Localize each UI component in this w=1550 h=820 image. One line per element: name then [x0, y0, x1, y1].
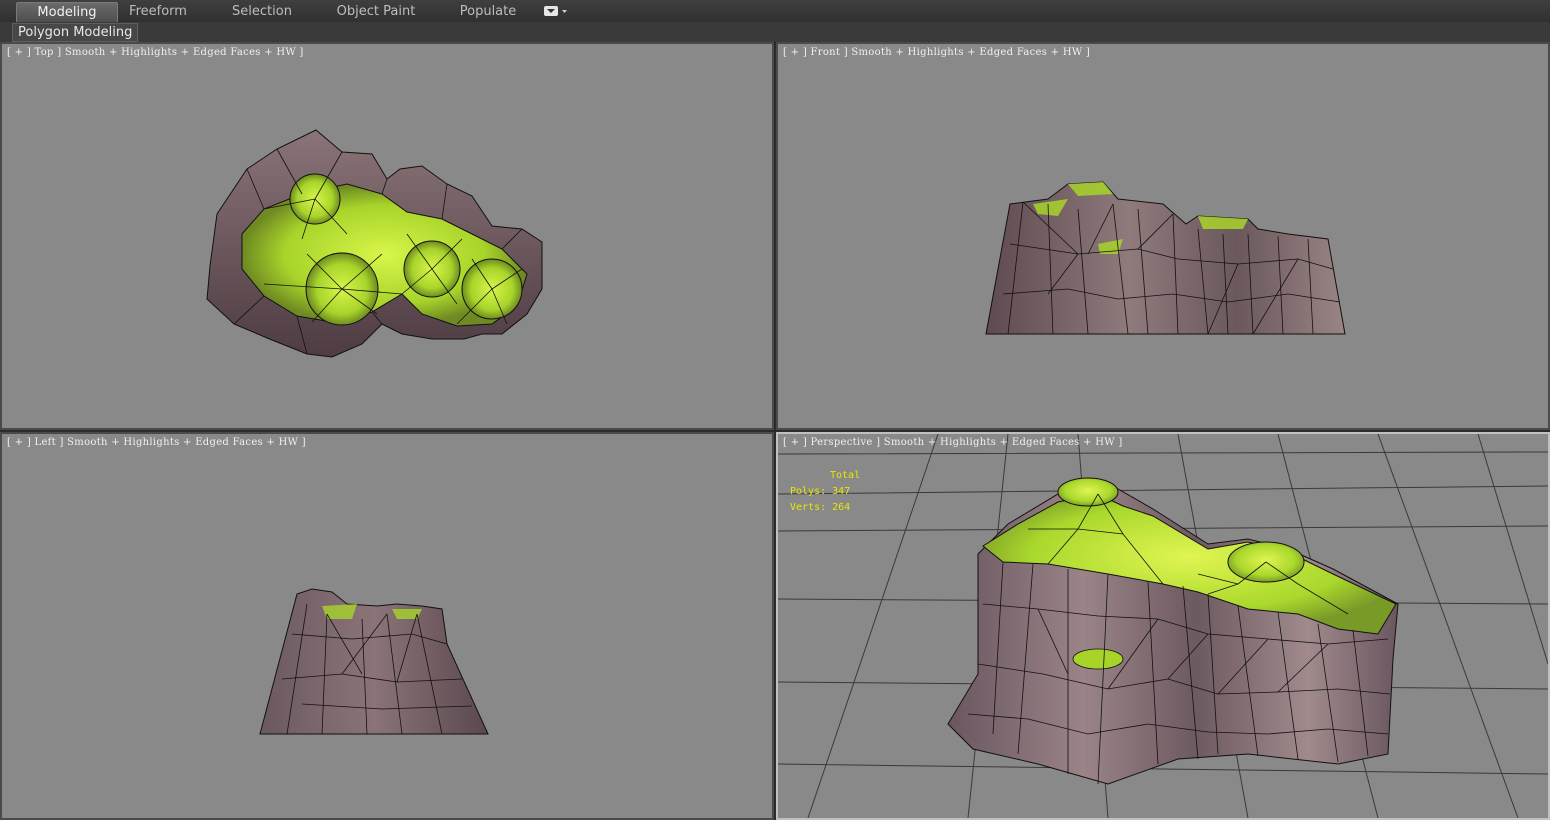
viewport-top-label[interactable]: [ + ] Top ] Smooth + Highlights + Edged …: [7, 47, 304, 58]
left-view-rock-mesh: [259, 588, 489, 735]
polygon-modeling-panel-button[interactable]: Polygon Modeling: [12, 23, 139, 42]
perspective-moss-disc: [1057, 477, 1119, 507]
stats-title: Total: [830, 470, 861, 481]
viewport-perspective-label[interactable]: [ + ] Perspective ] Smooth + Highlights …: [783, 437, 1123, 448]
viewport-left[interactable]: [ + ] Left ] Smooth + Highlights + Edged…: [0, 432, 774, 820]
left-rock-body: [259, 588, 489, 735]
tab-object-paint[interactable]: Object Paint: [330, 2, 422, 22]
tab-freeform[interactable]: Freeform: [120, 2, 196, 22]
tab-selection[interactable]: Selection: [222, 2, 302, 22]
viewport-front-label[interactable]: [ + ] Front ] Smooth + Highlights + Edge…: [783, 47, 1090, 58]
front-view-rock-mesh: [985, 181, 1346, 335]
stats-verts: Verts: 264: [790, 502, 851, 513]
perspective-moss-ledge: [1072, 648, 1124, 670]
tab-populate[interactable]: Populate: [452, 2, 524, 22]
viewport-front[interactable]: [ + ] Front ] Smooth + Highlights + Edge…: [776, 42, 1550, 430]
viewport-top[interactable]: [ + ] Top ] Smooth + Highlights + Edged …: [0, 42, 774, 430]
ribbon-panel-row: Polygon Modeling: [0, 22, 1550, 43]
viewport-perspective[interactable]: [ + ] Perspective ] Smooth + Highlights …: [776, 432, 1550, 820]
ribbon-options-dropdown-icon[interactable]: [543, 5, 569, 19]
top-view-rock-mesh: [206, 129, 543, 358]
viewport-left-label[interactable]: [ + ] Left ] Smooth + Highlights + Edged…: [7, 437, 306, 448]
scene-statistics-overlay: Total Polys: 347 Verts: 264: [790, 468, 860, 516]
stats-polys: Polys: 347: [790, 486, 851, 497]
tab-modeling[interactable]: Modeling: [16, 2, 118, 23]
perspective-view-scene: [778, 434, 1548, 818]
ribbon-tab-bar: Modeling Freeform Selection Object Paint…: [0, 0, 1550, 23]
